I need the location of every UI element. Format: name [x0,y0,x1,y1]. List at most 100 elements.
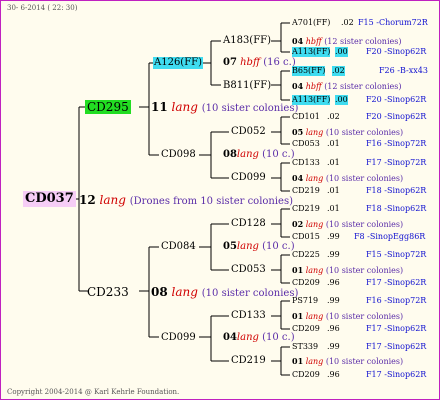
gen3-cd052-id: CD052 [231,126,266,137]
gen3-b811-drone-origin: hbff [305,82,322,91]
gen4-ancestor-id: CD209 [292,278,320,287]
gen4-ancestor-value: .99 [327,296,340,305]
report-date: 30- 6-2014 ( 22: 30) [7,4,78,12]
gen3-cd128-id: CD128 [231,218,266,229]
gen3-cd053-generation: 01 [292,265,304,275]
gen3-cd133-note: (10 sister colonies) [325,312,404,321]
gen2-cd084-drone-info: 05lang (10 c.) [223,241,295,253]
gen2-a126-drone-info: 07 hbff (16 c.) [223,57,296,69]
gen3-a183-id: A183(FF) [223,35,271,46]
gen3-cd133-drone-info: 01 lang (10 sister colonies) [292,311,403,322]
gen2-cd084-id: CD084 [161,241,196,252]
gen4-ancestor-origin: F26 -B-xx43 [379,66,428,75]
gen4-ancestor-id: B65(FF) [292,66,326,76]
gen4-ancestor-id: ST339 [292,342,319,351]
pedigree-page: 30- 6-2014 ( 22: 30) CD037 12 lang (Dron… [0,0,440,400]
gen3-b811-drone-info: 04 hbff (12 sister colonies) [292,81,401,92]
gen4-ancestor-id: CD053 [292,139,320,148]
gen4-ancestor-origin: F15 -Chorum72R [358,18,428,27]
gen4-ancestor-value: .99 [327,250,340,259]
gen4-ancestor-origin: F20 -Sinop62R [366,112,427,121]
mother-queen-id: CD295 [85,100,131,114]
gen3-cd219-note: (10 sister colonies) [325,357,404,366]
gen4-ancestor-origin: F16 -Sinop72R [366,296,427,305]
gen4-ancestor-value: .01 [327,139,340,148]
gen2-cd098-drone-info: 08lang (10 c.) [223,149,295,161]
root-sister-note: (Drones from 10 sister colonies) [129,196,294,207]
gen4-ancestor-value: .01 [327,204,340,213]
gen4-ancestor-id: CD133 [292,158,320,167]
gen3-cd099-drone-origin: lang [305,174,324,183]
gen3-a183-generation: 04 [292,36,304,46]
gen3-cd219-drone-info: 01 lang (10 sister colonies) [292,356,403,367]
gen4-ancestor-id: CD209 [292,370,320,379]
gen4-ancestor-origin: F20 -Sinop62R [366,95,427,104]
gen4-ancestor-value: .02 [332,66,345,76]
gen4-ancestor-origin: F18 -Sinop62R [366,204,427,213]
gen3-cd128-drone-origin: lang [305,220,324,229]
gen3-a183-drone-origin: hbff [305,37,322,46]
gen4-ancestor-origin: F17 -Sinop62R [366,342,427,351]
father-drone-info: 08 lang (10 sister colonies) [151,285,298,301]
gen4-ancestor-value: .99 [327,342,340,351]
gen2-cd099-note: (10 c.) [262,332,295,343]
gen2-cd098-id: CD098 [161,149,196,160]
gen3-a183-drone-info: 04 hbff (12 sister colonies) [292,36,401,47]
gen2-cd099-drone-info: 04lang (10 c.) [223,332,295,344]
gen4-ancestor-origin: F17 -Sinop62R [366,370,427,379]
gen3-a183-note: (12 sister colonies) [324,37,402,46]
gen2-a126-generation: 07 [223,57,237,68]
gen3-cd052-note: (10 sister colonies) [325,128,404,137]
gen3-cd099-id: CD099 [231,172,266,183]
father-generation: 08 [151,285,168,299]
root-drone-origin: lang [99,193,126,207]
gen4-ancestor-id: A113(FF) [292,47,331,57]
gen4-ancestor-origin: F17 -Sinop72R [366,158,427,167]
gen3-cd219-id: CD219 [231,355,266,366]
gen4-ancestor-value: .01 [327,158,340,167]
gen3-cd128-generation: 02 [292,219,304,229]
gen3-cd219-drone-origin: lang [305,357,324,366]
gen4-ancestor-origin: F17 -Sinop62R [366,324,427,333]
mother-drone-info: 11 lang (10 sister colonies) [151,100,298,116]
gen3-cd053-note: (10 sister colonies) [325,266,404,275]
gen4-ancestor-value: .00 [335,47,348,57]
gen4-ancestor-id: CD219 [292,186,320,195]
father-drone-origin: lang [171,285,198,299]
gen4-ancestor-value: .96 [327,370,340,379]
gen4-ancestor-id: CD219 [292,204,320,213]
gen4-ancestor-origin: F20 -Sinop62R [366,47,427,56]
gen3-cd052-drone-info: 05 lang (10 sister colonies) [292,127,403,138]
gen2-cd098-note: (10 c.) [262,149,295,160]
gen2-a126-drone-origin: hbff [240,57,261,68]
gen4-ancestor-value: .02 [341,18,354,27]
gen3-cd133-generation: 01 [292,311,304,321]
gen4-ancestor-id: A701(FF) [292,18,331,27]
gen3-b811-note: (12 sister colonies) [324,82,402,91]
gen2-cd084-generation: 05 [223,241,237,252]
gen3-cd099-drone-info: 04 lang (10 sister colonies) [292,173,403,184]
gen3-b811-generation: 04 [292,81,304,91]
gen3-cd053-drone-origin: lang [305,266,324,275]
gen4-ancestor-value: .00 [335,95,348,105]
gen3-cd133-id: CD133 [231,310,266,321]
root-queen-id: CD037 [23,191,76,207]
gen3-b811-id: B811(FF) [223,80,272,91]
gen3-cd099-note: (10 sister colonies) [325,174,404,183]
gen2-a126-id: A126(FF) [153,57,203,69]
root-generation: 12 [79,193,96,207]
gen4-ancestor-id: CD209 [292,324,320,333]
gen2-cd099-generation: 04 [223,332,237,343]
gen2-a126-note: (16 c.) [263,57,296,68]
gen3-cd219-generation: 01 [292,356,304,366]
copyright-footer: Copyright 2004-2014 @ Karl Kehrle Founda… [7,388,180,396]
gen2-cd084-drone-origin: lang [236,241,259,252]
gen3-cd133-drone-origin: lang [305,312,324,321]
gen2-cd098-generation: 08 [223,149,237,160]
gen4-ancestor-id: PS719 [292,296,319,305]
gen4-ancestor-origin: F18 -Sinop62R [366,186,427,195]
gen4-ancestor-id: CD101 [292,112,320,121]
gen4-ancestor-origin: F17 -Sinop62R [366,278,427,287]
mother-generation: 11 [151,100,168,114]
gen3-cd128-note: (10 sister colonies) [325,220,404,229]
